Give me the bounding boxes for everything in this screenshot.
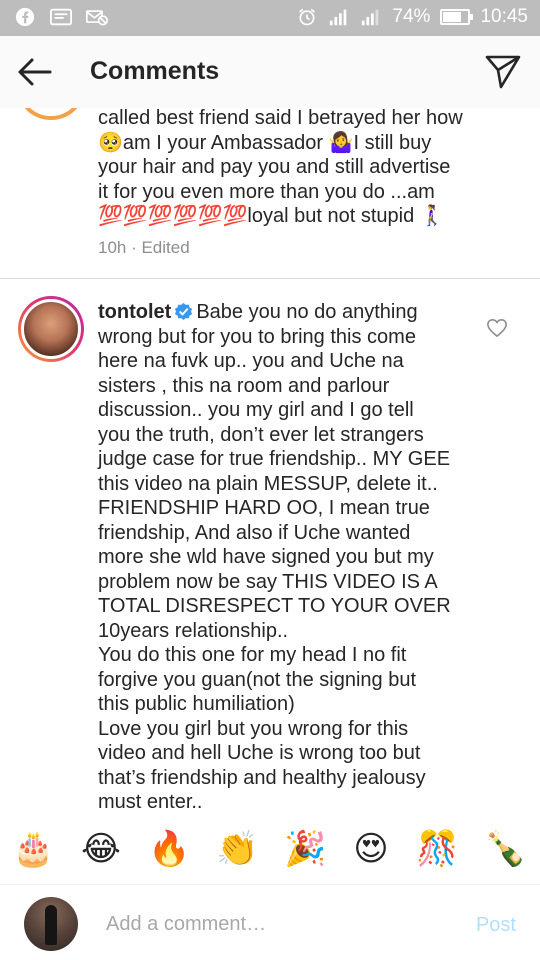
battery-icon <box>440 9 474 25</box>
comment-line: here na fuvk up.. you and Uche na <box>98 350 404 372</box>
tontolet-avatar[interactable] <box>18 296 84 362</box>
verified-badge-icon <box>175 302 193 321</box>
comment-line: friendship, And also if Uche wanted <box>98 521 411 544</box>
clock: 10:45 <box>480 6 528 27</box>
previous-comment-line: 💯💯💯💯💯💯loyal but not stupid 🚶‍♀️ <box>98 205 445 227</box>
like-heart-icon[interactable] <box>486 318 508 338</box>
page-title: Comments <box>90 57 220 85</box>
comment-line: more she wld have signed you but my <box>98 546 434 568</box>
comment-line: wrong but for you to bring this come <box>98 325 416 348</box>
signal-icon <box>330 9 347 26</box>
comment-line: You do this one for my head I no fit <box>98 644 407 666</box>
previous-comment-line: it for you even more than you do ...am <box>98 180 435 203</box>
comment-line: forgive you guan(not the signing but <box>98 668 416 691</box>
user-avatar[interactable] <box>24 897 78 951</box>
status-bar: 74% 10:45 <box>0 0 540 36</box>
confetti-ball-emoji-button[interactable]: 🎊 <box>416 828 458 870</box>
comment-line: TOTAL DISRESPECT TO YOUR OVER <box>98 595 451 617</box>
battery-percent: 74% <box>392 6 431 27</box>
previous-comment-line: your hair and pay you and still advertis… <box>98 156 451 178</box>
comment-divider <box>0 278 540 279</box>
comments-list[interactable]: called best friend said I betrayed her h… <box>0 108 540 816</box>
facebook-icon <box>15 7 35 27</box>
comment-text: tontolet Babe you no do anything wrong bu… <box>98 300 454 815</box>
comment-line: you the truth, don’t ever let strangers <box>98 423 424 446</box>
comment-line: must enter.. <box>98 791 203 813</box>
comment-line: FRIENDSHIP HARD OO, I mean true <box>98 497 430 519</box>
image-icon <box>50 8 72 26</box>
birthday-cake-emoji-button[interactable]: 🎂 <box>12 828 54 870</box>
champagne-emoji-button[interactable]: 🍾 <box>484 828 526 870</box>
comment-line: problem now be say THIS VIDEO IS A <box>98 570 438 593</box>
comment-input[interactable] <box>106 909 446 939</box>
alarm-icon <box>299 8 316 26</box>
comment-line: this video na plain MESSUP, delete it.. <box>98 472 438 495</box>
previous-comment-line: called best friend said I betrayed her h… <box>98 108 463 129</box>
previous-commenter-avatar[interactable] <box>20 108 82 120</box>
previous-comment-meta[interactable]: 10h · Edited <box>98 238 190 258</box>
comment-line: video and hell Uche is wrong too but <box>98 742 421 764</box>
comment-composer: Post <box>0 884 540 960</box>
previous-comment-line: 🥺am I your Ambassador 🤷‍♀️I still buy <box>98 131 432 154</box>
comment-line: this public humiliation) <box>98 693 295 715</box>
comment-line: Love you girl but you wrong for this <box>98 717 409 740</box>
comment-line: tontolet Babe you no do anything <box>98 300 454 325</box>
back-arrow-icon[interactable] <box>14 54 54 90</box>
comment-line: sisters , this na room and parlour <box>98 374 390 397</box>
tears-of-joy-emoji-button[interactable]: 😂 <box>80 828 122 870</box>
post-button[interactable]: Post <box>476 914 516 937</box>
comment-line: judge case for true friendship.. MY GEE <box>98 448 451 470</box>
emoji-reaction-bar: 🎂 😂 🔥 👏 🎉 😍 🎊 🍾 <box>0 816 540 884</box>
clapping-hands-emoji-button[interactable]: 👏 <box>216 828 258 870</box>
comment-line-text: Babe you no do anything <box>196 301 418 323</box>
heart-eyes-emoji-button[interactable]: 😍 <box>350 828 392 870</box>
comment-line: that’s friendship and healthy jealousy <box>98 766 426 789</box>
previous-comment-text: called best friend said I betrayed her h… <box>98 108 528 229</box>
comment-line: discussion.. you my girl and I go tell <box>98 399 414 421</box>
message-blocked-icon <box>86 10 108 26</box>
4g-signal-icon <box>362 9 379 26</box>
fire-emoji-button[interactable]: 🔥 <box>148 828 190 870</box>
top-bar: Comments <box>0 36 540 108</box>
party-popper-emoji-button[interactable]: 🎉 <box>284 828 326 870</box>
send-icon[interactable] <box>484 52 522 90</box>
comment-line: 10years relationship.. <box>98 619 289 642</box>
comment-username[interactable]: tontolet <box>98 301 171 323</box>
